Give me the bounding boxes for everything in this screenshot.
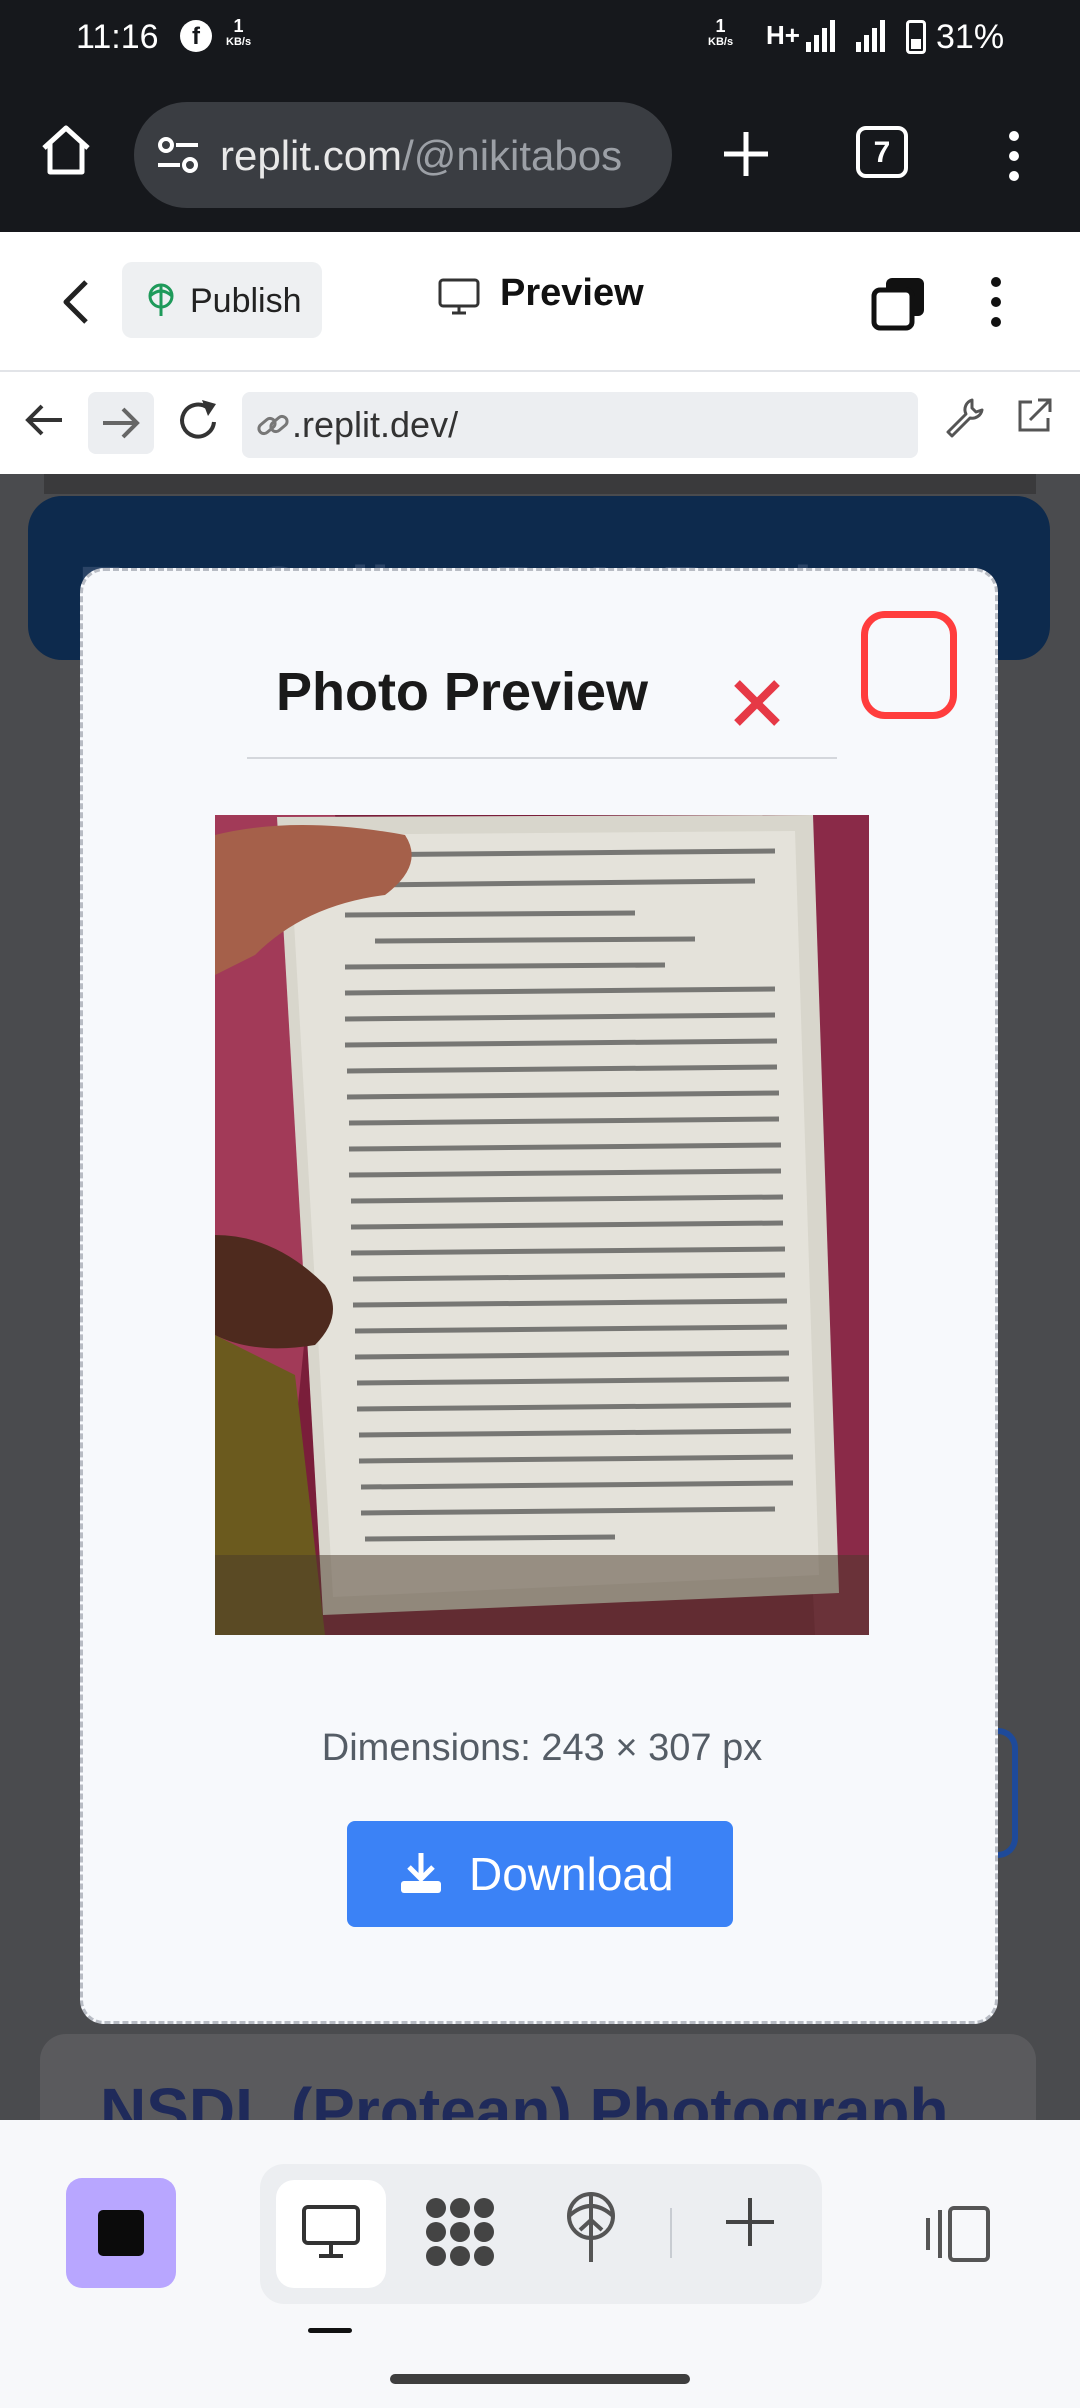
- download-button[interactable]: Download: [347, 1821, 733, 1927]
- bottom-toolbar: [0, 2120, 1080, 2408]
- webview-nav: .replit.dev/: [0, 372, 1080, 474]
- preview-label: Preview: [500, 272, 644, 314]
- publish-label: Publish: [190, 282, 302, 320]
- modal-divider: [247, 757, 837, 759]
- webview-url-field[interactable]: .replit.dev/: [242, 392, 918, 458]
- site-settings-icon[interactable]: [156, 135, 200, 175]
- tools-grid-icon[interactable]: [422, 2194, 498, 2270]
- more-options-icon[interactable]: [984, 274, 1008, 330]
- monitor-icon: [302, 2205, 360, 2258]
- tab-switcher-button[interactable]: 7: [856, 126, 908, 178]
- status-time: 11:16: [76, 18, 159, 56]
- home-indicator: [390, 2374, 690, 2384]
- signal-icon: [806, 20, 835, 52]
- link-icon: [257, 414, 289, 436]
- photo-preview-modal: Photo Preview Dimensions: 243 × 307 px D…: [80, 568, 998, 2024]
- publish-button[interactable]: Publish: [122, 262, 322, 338]
- panel-toggle-icon[interactable]: [924, 2204, 992, 2264]
- facebook-icon: f: [180, 20, 212, 52]
- home-icon[interactable]: [36, 120, 96, 180]
- signal-icon: [856, 20, 885, 52]
- forward-button[interactable]: [88, 392, 154, 454]
- wrench-icon[interactable]: [944, 396, 984, 440]
- deploy-icon[interactable]: [560, 2190, 622, 2266]
- image-dimensions: Dimensions: 243 × 307 px: [321, 1727, 763, 1769]
- add-icon[interactable]: [722, 2194, 778, 2250]
- stop-button[interactable]: [66, 2178, 176, 2288]
- external-link-icon[interactable]: [1014, 396, 1054, 436]
- tool-group: [260, 2164, 822, 2304]
- status-bar: 11:16 f 1 KB/s 1 KB/s H+ 31%: [0, 0, 1080, 80]
- arrow-right-icon: [103, 407, 140, 439]
- arrow-left-icon[interactable]: [22, 398, 66, 442]
- battery-level: 31%: [936, 18, 1005, 56]
- webview-url: .replit.dev/: [292, 404, 459, 445]
- section-heading: NSDL (Protean) Photograph: [100, 2075, 949, 2120]
- network-type: H+: [766, 20, 800, 50]
- preview-tool-button[interactable]: [276, 2180, 386, 2288]
- active-tool-indicator: [308, 2328, 352, 2333]
- replit-header: Publish Preview: [0, 232, 1080, 372]
- reload-icon[interactable]: [176, 396, 222, 444]
- network-speed-right: 1 KB/s: [708, 16, 734, 48]
- overlay-square-button[interactable]: [861, 611, 957, 719]
- monitor-icon: [438, 278, 480, 315]
- more-options-icon[interactable]: [1000, 128, 1028, 184]
- address-bar[interactable]: replit.com/@nikitabos: [134, 102, 672, 208]
- new-tab-icon[interactable]: [718, 126, 774, 182]
- download-icon: [401, 1853, 441, 1893]
- publish-icon: [148, 283, 174, 316]
- preview-photo: [215, 815, 869, 1635]
- layers-icon[interactable]: [870, 276, 926, 332]
- back-icon[interactable]: [56, 276, 96, 328]
- address-url: replit.com/@nikitabos: [220, 132, 623, 179]
- browser-toolbar: replit.com/@nikitabos 7: [0, 80, 1080, 232]
- toolbar-divider: [670, 2208, 672, 2258]
- background-card: [44, 474, 1036, 494]
- battery-icon: [906, 20, 926, 54]
- stop-icon: [98, 2210, 144, 2256]
- network-speed-left: 1 KB/s: [226, 16, 252, 48]
- close-icon[interactable]: [727, 673, 787, 733]
- download-label: Download: [469, 1848, 674, 1900]
- background-section: NSDL (Protean) Photograph: [40, 2034, 1036, 2120]
